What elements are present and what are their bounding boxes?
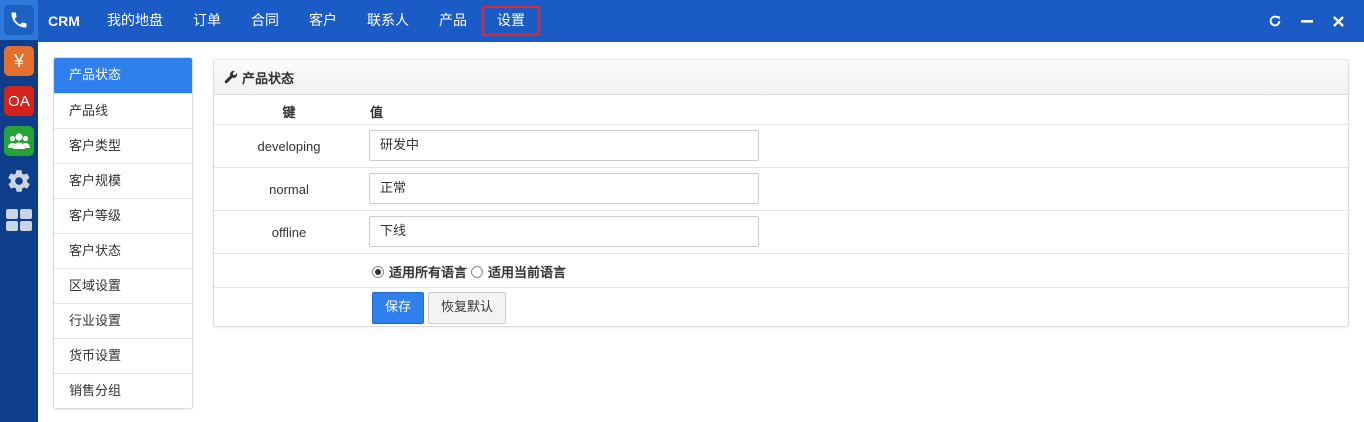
key-column-header: 键 [282,105,296,120]
gear-icon [8,170,30,192]
nav-item-contacts[interactable]: 联系人 [352,0,424,42]
nav-item-customers[interactable]: 客户 [294,0,352,42]
minimize-button[interactable] [1298,12,1316,30]
table-header-row: 键 值 [214,95,1348,125]
menu-item-customer-type[interactable]: 客户类型 [54,128,192,163]
all-languages-label: 适用所有语言 [389,266,468,281]
refresh-button[interactable] [1266,12,1284,30]
table-row: offline 下线 [214,211,1348,254]
menu-item-sales-group[interactable]: 销售分组 [54,373,192,408]
all-languages-option[interactable]: 适用所有语言 [372,262,467,281]
close-button[interactable] [1329,12,1347,30]
table-row: developing 研发中 [214,125,1348,168]
finance-app-button[interactable]: ¥ [4,46,34,76]
table-row: normal 正常 [214,168,1348,211]
settings-app-button[interactable] [4,166,34,196]
app-rail: ¥ OA [0,0,38,422]
current-language-option[interactable]: 适用当前语言 [471,262,566,281]
grid-icon [6,209,32,231]
nav-item-contracts[interactable]: 合同 [236,0,294,42]
nav-item-products[interactable]: 产品 [424,0,482,42]
yen-icon: ¥ [13,50,24,71]
save-button[interactable]: 保存 [372,292,425,324]
phone-app-button[interactable] [0,0,38,40]
dashboard-app-button[interactable] [4,205,34,235]
menu-item-region-settings[interactable]: 区域设置 [54,268,192,303]
language-scope-options: 适用所有语言 适用当前语言 [372,262,570,281]
team-icon [8,133,30,149]
nav-item-dashboard[interactable]: 我的地盘 [92,0,178,42]
main-nav: 我的地盘 订单 合同 客户 联系人 产品 设置 [92,0,540,42]
wrench-icon [224,70,238,84]
brand-logo[interactable]: CRM [48,0,80,42]
restore-default-button[interactable]: 恢复默认 [428,292,507,324]
value-column-header: 值 [370,106,384,121]
nav-item-orders[interactable]: 订单 [178,0,236,42]
team-app-button[interactable] [4,126,34,156]
menu-item-customer-status[interactable]: 客户状态 [54,233,192,268]
refresh-icon [1269,15,1281,27]
menu-item-customer-level[interactable]: 客户等级 [54,198,192,233]
close-icon [1332,15,1344,27]
top-nav-bar: CRM 我的地盘 订单 合同 客户 联系人 产品 设置 [38,0,1364,42]
menu-item-product-status[interactable]: 产品状态 [54,58,192,93]
panel-title: 产品状态 [242,71,295,87]
oa-app-button[interactable]: OA [4,86,34,116]
current-language-label: 适用当前语言 [488,266,567,281]
panel-header: 产品状态 [214,60,1348,95]
status-key-normal: normal [269,182,309,197]
current-language-radio[interactable] [471,265,484,278]
all-languages-radio[interactable] [372,265,384,278]
menu-item-industry-settings[interactable]: 行业设置 [54,303,192,338]
status-value-developing-input[interactable]: 研发中 [369,130,759,161]
nav-item-settings[interactable]: 设置 [482,0,540,42]
status-key-developing: developing [257,139,321,154]
menu-item-currency-settings[interactable]: 货币设置 [54,338,192,373]
status-key-offline: offline [271,225,307,240]
product-status-panel: 产品状态 键 值 developing 研发中 normal 正常 offlin… [213,59,1349,327]
minimize-icon [1301,20,1313,23]
language-scope-row: 适用所有语言 适用当前语言 [214,254,1348,288]
actions-row: 保存 恢复默认 [214,288,1348,328]
phone-icon [4,5,34,35]
menu-item-product-line[interactable]: 产品线 [54,93,192,128]
menu-item-customer-size[interactable]: 客户规模 [54,163,192,198]
settings-side-menu: 产品状态 产品线 客户类型 客户规模 客户等级 客户状态 区域设置 行业设置 货… [53,57,193,409]
oa-label: OA [8,92,30,110]
status-value-offline-input[interactable]: 下线 [369,216,759,247]
status-value-normal-input[interactable]: 正常 [369,173,759,204]
